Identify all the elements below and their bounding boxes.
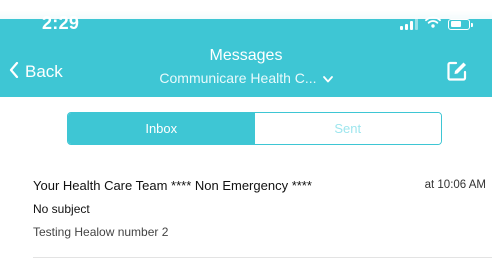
- list-divider: [33, 257, 492, 258]
- page-title: Messages: [209, 47, 283, 64]
- signal-icon: [400, 18, 418, 30]
- status-icons: [400, 15, 473, 33]
- compose-button[interactable]: [446, 60, 468, 82]
- compose-icon: [446, 61, 468, 86]
- wifi-icon: [425, 15, 441, 33]
- message-preview: Testing Healow number 2: [33, 225, 169, 239]
- message-time: at 10:06 AM: [424, 179, 486, 191]
- message-list-item[interactable]: Your Health Care Team **** Non Emergency…: [0, 165, 492, 258]
- message-sender: Your Health Care Team **** Non Emergency…: [33, 178, 312, 193]
- tab-sent[interactable]: Sent: [254, 113, 441, 144]
- practice-name: Communicare Health C...: [159, 70, 317, 86]
- tab-inbox[interactable]: Inbox: [68, 113, 255, 144]
- mailbox-tabs: Inbox Sent: [67, 112, 442, 145]
- message-subject: No subject: [33, 202, 90, 216]
- chevron-down-icon: [322, 70, 333, 86]
- battery-icon: [448, 18, 473, 30]
- status-time: 2:29: [42, 13, 80, 33]
- practice-selector[interactable]: Communicare Health C...: [0, 70, 492, 86]
